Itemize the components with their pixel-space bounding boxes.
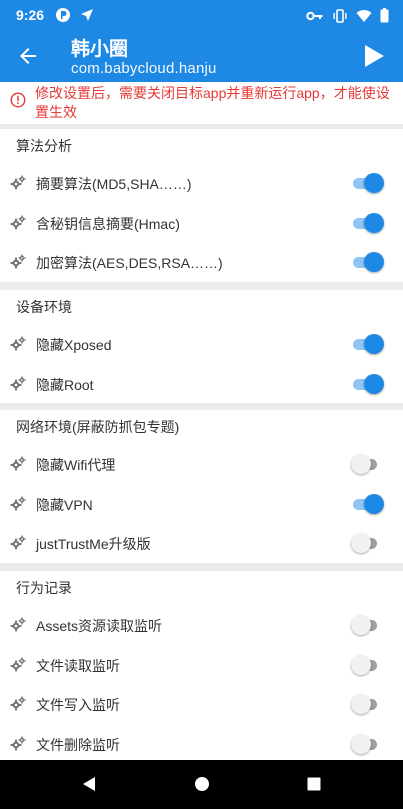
gear-icon (10, 254, 26, 269)
section-header: 网络环境(屏蔽防抓包专题) (16, 419, 180, 435)
toggle-switch[interactable] (351, 694, 385, 714)
gear-icon (10, 336, 26, 351)
setting-row[interactable]: 隐藏Wifi代理 (0, 444, 403, 484)
setting-label: Assets资源读取监听 (36, 618, 163, 634)
gear-icon (10, 535, 26, 550)
location-arrow-icon (81, 9, 93, 21)
setting-label: justTrustMe升级版 (36, 536, 151, 552)
toggle-switch[interactable] (351, 533, 385, 553)
section-network-environment: 网络环境(屏蔽防抓包专题) 隐藏Wifi代理 隐藏VPN justTrustMe… (0, 410, 403, 563)
setting-label: 含秘钥信息摘要(Hmac) (36, 215, 180, 232)
toggle-switch[interactable] (351, 334, 385, 354)
vibrate-icon (333, 8, 347, 23)
setting-row[interactable]: 隐藏Xposed (0, 324, 403, 364)
section-header: 设备环境 (16, 299, 72, 315)
toggle-switch[interactable] (351, 454, 385, 474)
setting-row[interactable]: 含秘钥信息摘要(Hmac) (0, 203, 403, 243)
setting-label: 文件写入监听 (36, 697, 120, 713)
toggle-switch[interactable] (351, 373, 385, 394)
gear-icon (10, 736, 26, 750)
setting-row[interactable]: 加密算法(AES,DES,RSA……) (0, 242, 403, 282)
setting-label: 隐藏Root (36, 376, 94, 393)
gear-icon (10, 376, 26, 390)
setting-row[interactable]: 隐藏VPN (0, 484, 403, 524)
page-subtitle: com.babycloud.hanju (71, 60, 217, 77)
page-title: 韩小圈 (71, 39, 129, 60)
setting-row[interactable]: 文件写入监听 (0, 684, 403, 724)
gear-icon (10, 175, 26, 190)
setting-label: 隐藏Xposed (36, 337, 112, 353)
status-time: 9:26 (16, 7, 45, 23)
setting-row[interactable]: 文件读取监听 (0, 645, 403, 685)
status-bar: 9:26 (0, 0, 403, 30)
setting-row[interactable]: 隐藏Root (0, 364, 403, 404)
setting-row[interactable]: Assets资源读取监听 (0, 605, 403, 645)
toggle-switch[interactable] (351, 733, 385, 754)
section-algorithm-analysis: 算法分析 摘要算法(MD5,SHA……) 含秘钥信息摘要(Hmac) 加密算法(… (0, 129, 403, 282)
recents-square-icon[interactable] (304, 774, 324, 794)
gear-icon (10, 696, 26, 711)
warning-text: 修改设置后，需要关闭目标app并重新运行app，才能使设置生效 (35, 85, 390, 120)
setting-label: 摘要算法(MD5,SHA……) (36, 176, 192, 192)
toggle-switch[interactable] (351, 252, 385, 272)
setting-label: 隐藏Wifi代理 (36, 457, 116, 473)
back-triangle-icon[interactable] (80, 774, 100, 794)
home-circle-icon[interactable] (192, 774, 212, 794)
app-bar: 韩小圈 com.babycloud.hanju (0, 30, 403, 82)
section-header: 算法分析 (16, 138, 72, 154)
setting-label: 隐藏VPN (36, 496, 93, 513)
setting-label: 文件读取监听 (36, 657, 120, 674)
section-behavior-records: 行为记录 Assets资源读取监听 文件读取监听 文件写入监听 文件删除监听 (0, 571, 403, 760)
app-notification-icon (56, 8, 70, 22)
section-header: 行为记录 (16, 580, 72, 596)
warning-banner: 修改设置后，需要关闭目标app并重新运行app，才能使设置生效 (0, 82, 403, 124)
setting-row[interactable]: 文件删除监听 (0, 724, 403, 764)
setting-label: 文件删除监听 (36, 736, 120, 753)
vpn-key-icon (306, 11, 323, 20)
arrow-back-icon[interactable] (16, 44, 40, 68)
section-device-environment: 设备环境 隐藏Xposed 隐藏Root (0, 290, 403, 403)
navigation-bar (0, 760, 403, 809)
toggle-switch[interactable] (351, 212, 385, 233)
gear-icon (10, 215, 26, 229)
play-icon[interactable] (361, 42, 387, 70)
setting-row[interactable]: justTrustMe升级版 (0, 523, 403, 563)
error-icon (10, 92, 26, 108)
toggle-switch[interactable] (351, 493, 385, 514)
gear-icon (10, 657, 26, 671)
setting-row[interactable]: 摘要算法(MD5,SHA……) (0, 163, 403, 203)
toggle-switch[interactable] (351, 615, 385, 635)
wifi-icon (356, 9, 372, 22)
toggle-switch[interactable] (351, 173, 385, 193)
gear-icon (10, 456, 26, 471)
gear-icon (10, 617, 26, 632)
toggle-switch[interactable] (351, 654, 385, 675)
setting-label: 加密算法(AES,DES,RSA……) (36, 255, 223, 271)
battery-icon (380, 8, 389, 23)
gear-icon (10, 496, 26, 510)
